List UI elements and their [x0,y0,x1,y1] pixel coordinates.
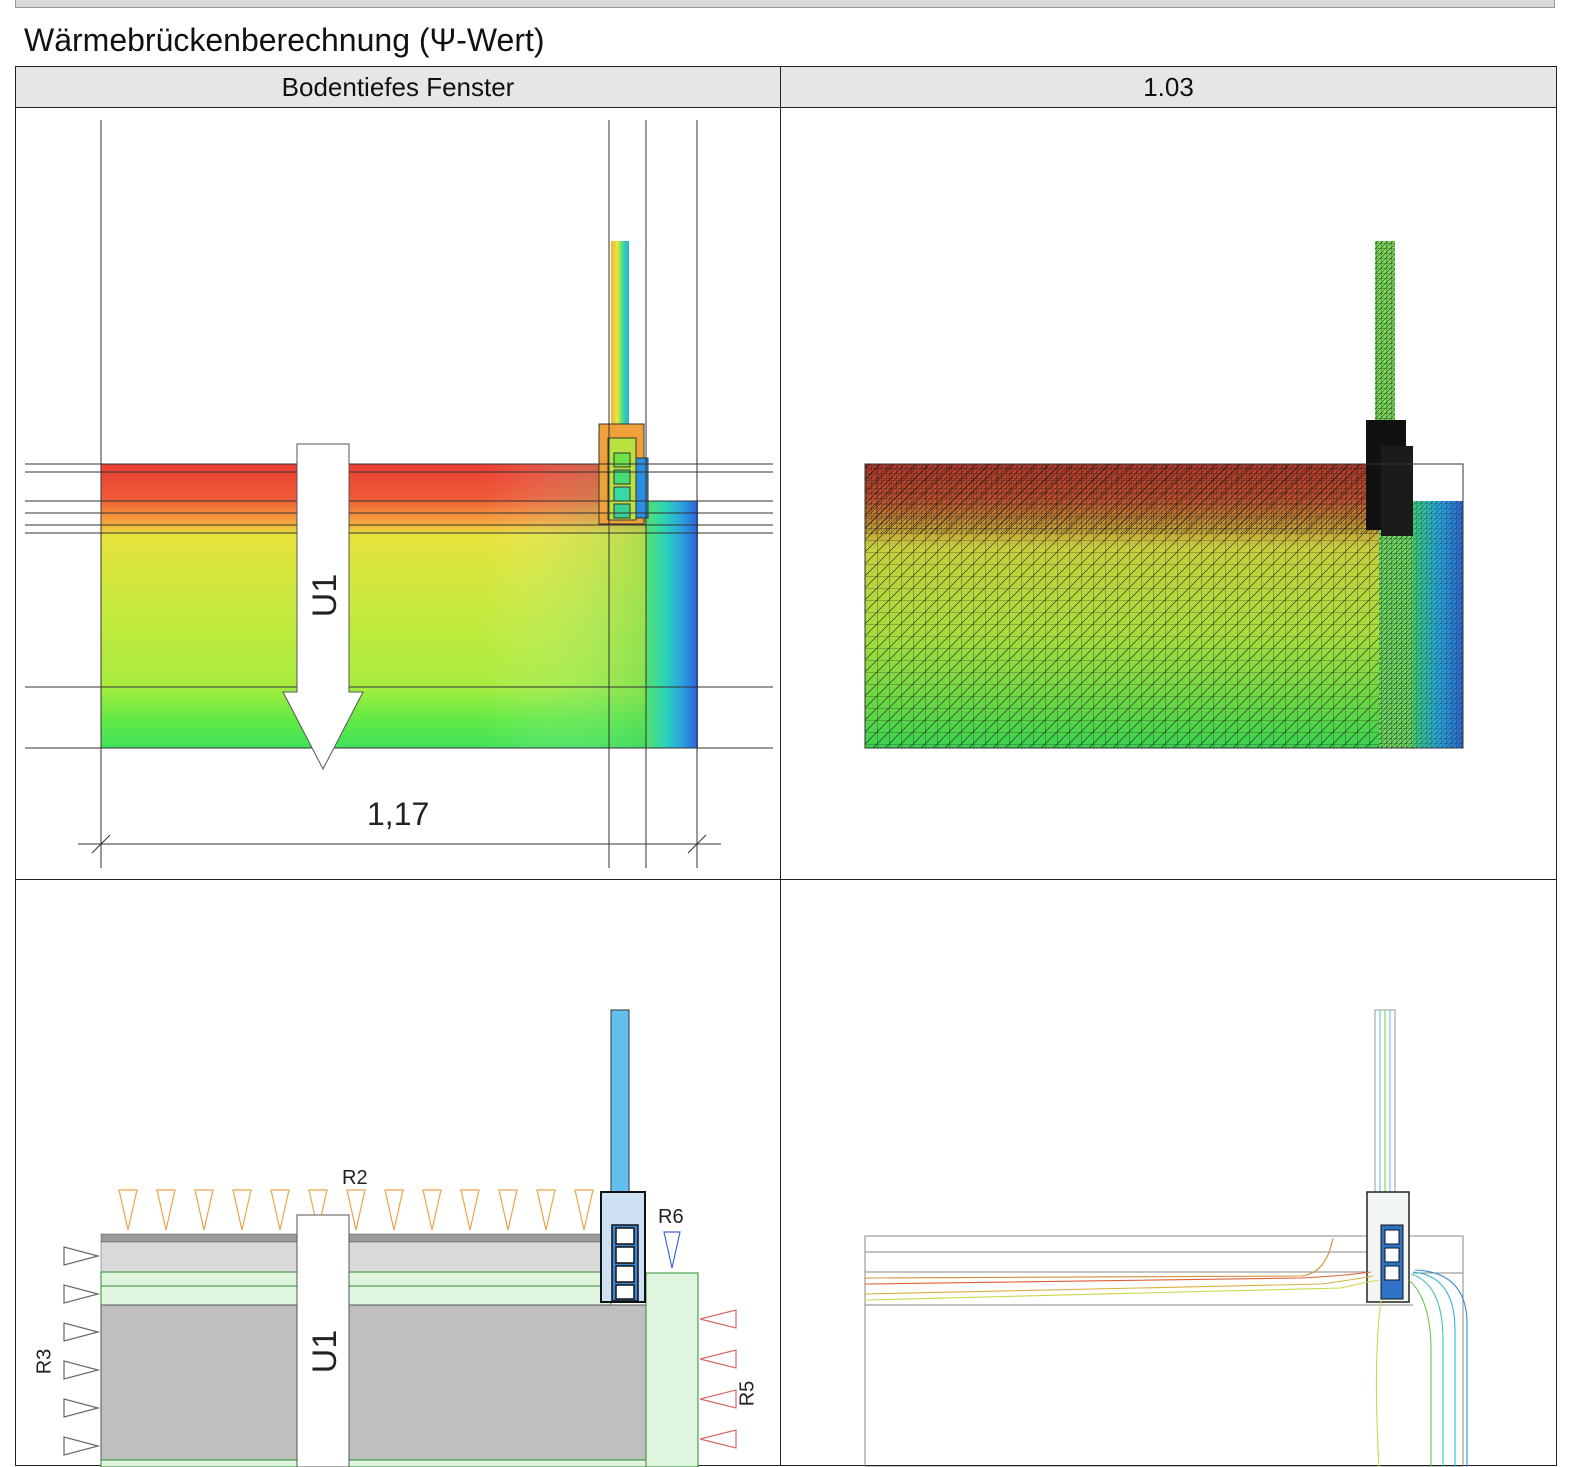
r2-boundary-marks [118,1189,594,1231]
page-title: Wärmebrückenberechnung (Ψ-Wert) [24,22,545,58]
r3-boundary-marks [63,1246,101,1456]
result-table: Bodentiefes Fenster 1.03 U1 1,17 U1 R2 R… [15,66,1557,1467]
r6-boundary-mark [663,1231,681,1269]
label-r2: R2 [342,1167,368,1189]
isotherm-panel [781,880,1556,1467]
r5-boundary-marks [699,1309,737,1449]
header-detail-id: 1.03 [781,67,1556,108]
label-r3: R3 [33,1348,56,1375]
boundary-conditions-panel: U1 R2 R6 R3 R5 [16,880,780,1467]
mesh-frame [1366,420,1413,536]
window-frame-outline [600,1191,646,1303]
top-bar [15,0,1555,8]
heat-flow-bar-label: U1 [306,1329,345,1374]
dimension-label: 1,17 [367,796,430,832]
isotherm-frame [1366,1191,1410,1303]
heat-flow-arrow-label: U1 [306,573,345,618]
window-frame [598,423,649,525]
header-detail-name: Bodentiefes Fenster [16,67,780,108]
temperature-field-panel: U1 1,17 [16,108,780,879]
label-r5: R5 [736,1380,759,1407]
mesh-panel [781,108,1556,879]
label-r6: R6 [658,1206,684,1228]
